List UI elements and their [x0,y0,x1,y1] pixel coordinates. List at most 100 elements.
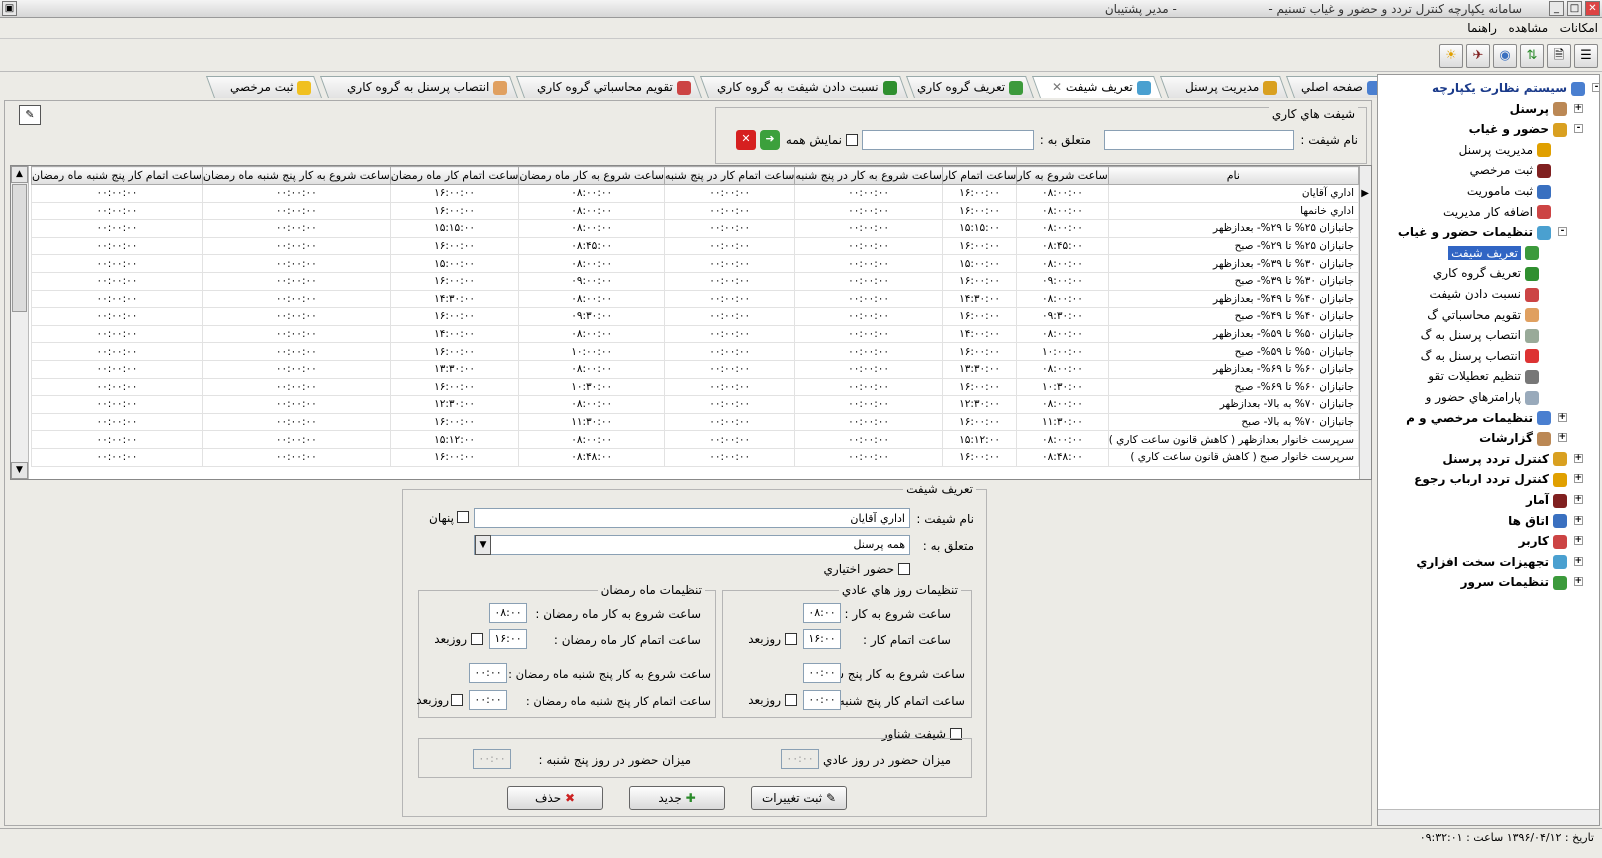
export-icon[interactable]: ✎ [19,105,41,125]
belongs-select[interactable]: همه پرسنل [474,535,910,555]
list-icon[interactable]: ☰ [1574,44,1598,68]
search-go-icon[interactable]: ➜ [760,130,780,150]
start-time-input[interactable]: ۰۸:۰۰ [803,603,841,623]
next-day-checkbox[interactable] [785,633,797,645]
expand-toggle-icon[interactable]: - [1558,227,1567,237]
end-time-input[interactable]: ۱۶:۰۰ [803,629,841,649]
table-row[interactable]: همه پرسنلجانبازان ۴۰% تا ۴۹%- بعدازظهر۰۸… [31,289,1371,309]
thu-end-time-input[interactable]: ۰۰:۰۰ [803,690,841,710]
tree-item[interactable]: + کنترل تردد ارباب رجوع [1414,470,1583,488]
column-header[interactable]: ساعت شروع به کار پنج شنبه ماه رمضان [201,166,391,185]
tree-item[interactable]: + کنترل تردد پرسنل [1442,450,1583,468]
ramadan-thu-end-time-input[interactable]: ۰۰:۰۰ [469,690,507,710]
tree-item[interactable]: - حضور و غياب [1469,120,1583,138]
show-all-checkbox[interactable] [846,134,858,146]
table-row[interactable]: همه پرسنلجانبازان ۲۵% تا ۲۹%- صبح۰۸:۴۵:۰… [31,236,1371,256]
column-header[interactable]: ساعت اتمام کار پنج شنبه ماه رمضان [31,166,203,185]
expand-toggle-icon[interactable]: - [1574,124,1583,134]
expand-toggle-icon[interactable]: + [1574,577,1583,587]
expand-toggle-icon[interactable]: + [1558,412,1567,422]
table-row[interactable]: همه پرسنلجانبازان ۳۰% تا ۳۹%- بعدازظهر۰۸… [31,254,1371,273]
tree-item[interactable]: تقويم محاسباتي گ [1427,306,1539,324]
expand-toggle-icon[interactable]: + [1574,474,1583,484]
chevron-down-icon[interactable]: ▼ [475,535,491,555]
scroll-up-icon[interactable]: ▲ [11,166,28,183]
tree-item[interactable]: - تنظيمات حضور و غياب [1398,223,1567,241]
ramadan-thu-next-day-checkbox[interactable] [451,694,463,706]
belongs-filter-input[interactable] [862,130,1034,150]
plane-icon[interactable]: ✈ [1466,44,1490,68]
tree-item[interactable]: ثبت مرخصي [1470,161,1551,179]
tab-workgroup[interactable]: تعريف گروه کاري [905,76,1035,98]
shift-name-input[interactable] [474,508,910,528]
new-button[interactable]: ✚ جديد [629,786,725,810]
maximize-window-button[interactable]: □ [1567,1,1582,16]
column-header[interactable]: ساعت شروع به کار ماه رمضان [518,166,665,185]
tree-item[interactable]: - سيستم نظارت يکپارچه [1432,79,1599,97]
expand-toggle-icon[interactable]: + [1574,556,1583,566]
floating-normal-input[interactable]: ۰۰:۰۰ [781,749,819,769]
tree-item[interactable]: + تنظيمات سرور [1461,573,1583,591]
grid-scrollbar[interactable]: ▲ ▼ [11,166,29,479]
column-header[interactable]: ساعت اتمام کار در پنج شنبه [663,166,796,185]
ramadan-end-time-input[interactable]: ۱۶:۰۰ [489,629,527,649]
sun-icon[interactable]: ☀ [1439,44,1463,68]
table-row[interactable]: همه پرسنلسرپرست خانوار صبح ( کاهش قانون … [31,447,1371,467]
menu-item[interactable]: راهنما [1463,19,1501,37]
column-header[interactable]: ساعت شروع به کار [1016,166,1109,185]
optional-attendance-checkbox[interactable] [898,563,910,575]
close-tab-icon[interactable]: ✕ [1052,80,1062,94]
globe-icon[interactable]: ◉ [1493,44,1517,68]
column-header[interactable]: ساعت اتمام کار [941,166,1018,185]
expand-toggle-icon[interactable]: + [1574,453,1583,463]
expand-toggle-icon[interactable]: - [1592,83,1599,92]
tree-item[interactable]: + کاربر [1519,532,1583,550]
table-row[interactable]: همه پرسنلجانبازان ۷۰% به بالا- صبح۱۱:۳۰:… [31,412,1371,432]
table-row[interactable]: همه پرسنلاداري خانمها۰۸:۰۰:۰۰۱۶:۰۰:۰۰۰۰:… [31,201,1371,221]
tree-item[interactable]: ثبت ماموريت [1467,182,1551,200]
hidden-checkbox[interactable] [457,511,469,523]
table-row[interactable]: همه پرسنلجانبازان ۶۰% تا ۶۹%- صبح۱۰:۳۰:۰… [31,377,1371,397]
table-row[interactable]: همه پرسنلجانبازان ۳۰% تا ۳۹%- صبح۰۹:۰۰:۰… [31,271,1371,291]
delete-button[interactable]: ✖ حذف [507,786,603,810]
thu-start-time-input[interactable]: ۰۰:۰۰ [803,663,841,683]
table-row[interactable]: همه پرسنلجانبازان ۷۰% به بالا- بعدازظهر۰… [31,395,1371,414]
shift-name-filter-input[interactable] [1104,130,1294,150]
document-icon[interactable]: 🗎 [1547,44,1571,68]
column-header[interactable]: ساعت اتمام کار ماه رمضان [389,166,520,185]
tree-item[interactable]: انتصاب پرسنل به گ [1421,347,1539,365]
tree-item[interactable]: نسبت دادن شيفت [1430,285,1539,303]
expand-toggle-icon[interactable]: + [1574,103,1583,113]
thu-next-day-checkbox[interactable] [785,694,797,706]
tree-item[interactable]: + آمار [1526,491,1583,509]
table-row[interactable]: همه پرسنلاداري آقايان۰۸:۰۰:۰۰۱۶:۰۰:۰۰۰۰:… [31,184,1371,203]
tree-item[interactable]: تنظيم تعطيلات تقو [1428,367,1539,385]
tree-item[interactable]: انتصاب پرسنل به گ [1421,326,1539,344]
save-changes-button[interactable]: ✎ ثبت تغييرات [751,786,847,810]
close-window-button[interactable]: ✕ [1585,1,1600,16]
expand-toggle-icon[interactable]: + [1574,515,1583,525]
tree-item[interactable]: تعريف شيفت [1448,244,1539,262]
column-header[interactable]: نام [1107,166,1360,185]
expand-toggle-icon[interactable]: + [1558,433,1567,443]
table-row[interactable]: همه پرسنلجانبازان ۵۰% تا ۵۹%- صبح۱۰:۰۰:۰… [31,342,1371,361]
tree-item[interactable]: مديريت پرسنل [1459,141,1551,159]
ramadan-start-time-input[interactable]: ۰۸:۰۰ [489,603,527,623]
scroll-thumb[interactable] [12,184,27,312]
tree-item[interactable]: + تجهيزات سخت افزاري [1416,553,1583,571]
expand-toggle-icon[interactable]: + [1574,495,1583,504]
column-header[interactable]: ساعت شروع به کار در پنج شنبه [794,166,943,185]
clear-filter-icon[interactable]: ✕ [736,130,756,150]
tree-item[interactable]: + پرسنل [1510,100,1583,118]
table-row[interactable]: همه پرسنلجانبازان ۵۰% تا ۵۹%- بعدازظهر۰۸… [31,324,1371,344]
tab-personnel[interactable]: مديريت پرسنل [1159,76,1289,98]
expand-toggle-icon[interactable]: + [1574,536,1583,546]
tab-assign-personnel[interactable]: انتصاب پرسنل به گروه کاري [319,76,519,98]
tree-item[interactable]: + اتاق ها [1508,512,1583,530]
tree-horizontal-scrollbar[interactable] [1378,809,1599,825]
minimize-window-button[interactable]: _ [1549,1,1564,16]
ramadan-thu-start-time-input[interactable]: ۰۰:۰۰ [469,663,507,683]
table-row[interactable]: همه پرسنلسرپرست خانوار بعدازظهر ( کاهش ق… [31,430,1371,449]
floating-thu-input[interactable]: ۰۰:۰۰ [473,749,511,769]
menu-item[interactable]: امکانات [1556,19,1602,37]
